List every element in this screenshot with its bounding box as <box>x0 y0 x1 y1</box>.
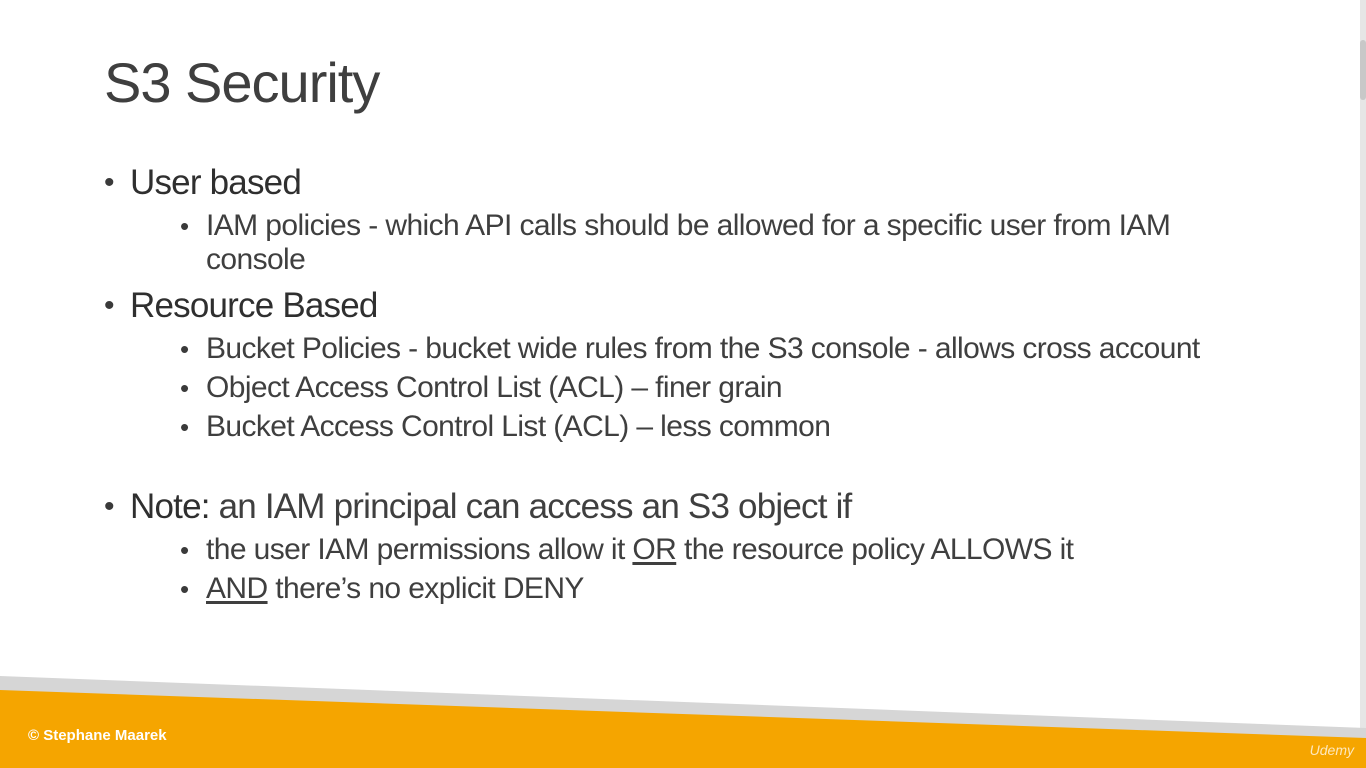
note-label: Note: <box>130 487 210 526</box>
note-text: an IAM principal can access an S3 object… <box>209 487 853 526</box>
scrollbar[interactable] <box>1360 0 1366 740</box>
slide: S3 Security User based IAM policies - wh… <box>0 0 1366 768</box>
text-pre: the user IAM permissions allow it <box>206 533 633 566</box>
sub-bullet-object-acl: Object Access Control List (ACL) – finer… <box>130 371 1264 405</box>
sub-bullet-permissions-or: the user IAM permissions allow it OR the… <box>130 533 1264 567</box>
bullet-user-based: User based IAM policies - which API call… <box>104 162 1264 277</box>
bullet-heading: Resource Based <box>130 286 378 325</box>
sub-bullet-bucket-policies: Bucket Policies - bucket wide rules from… <box>130 332 1264 366</box>
sub-bullet-list: Bucket Policies - bucket wide rules from… <box>130 332 1264 444</box>
text-post: there’s no explicit DENY <box>267 572 584 605</box>
udemy-watermark: Udemy <box>1309 742 1354 758</box>
underlined-or: OR <box>632 533 677 566</box>
sub-bullet-bucket-acl: Bucket Access Control List (ACL) – less … <box>130 410 1264 444</box>
footer-band <box>0 676 1366 768</box>
bullet-list: User based IAM policies - which API call… <box>104 162 1264 606</box>
bullet-resource-based: Resource Based Bucket Policies - bucket … <box>104 285 1264 444</box>
text-post: the resource policy ALLOWS it <box>676 533 1074 566</box>
scrollbar-thumb[interactable] <box>1360 40 1366 100</box>
sub-bullet-and-no-deny: AND there’s no explicit DENY <box>130 572 1264 606</box>
underlined-and: AND <box>206 572 268 605</box>
sub-bullet-list: IAM policies - which API calls should be… <box>130 209 1264 277</box>
bullet-heading: User based <box>130 163 302 202</box>
slide-title: S3 Security <box>104 51 380 114</box>
sub-bullet-iam-policies: IAM policies - which API calls should be… <box>130 209 1264 277</box>
sub-bullet-list: the user IAM permissions allow it OR the… <box>130 533 1264 606</box>
bullet-note: Note: an IAM principal can access an S3 … <box>104 486 1264 606</box>
copyright-text: © Stephane Maarek <box>28 727 167 744</box>
